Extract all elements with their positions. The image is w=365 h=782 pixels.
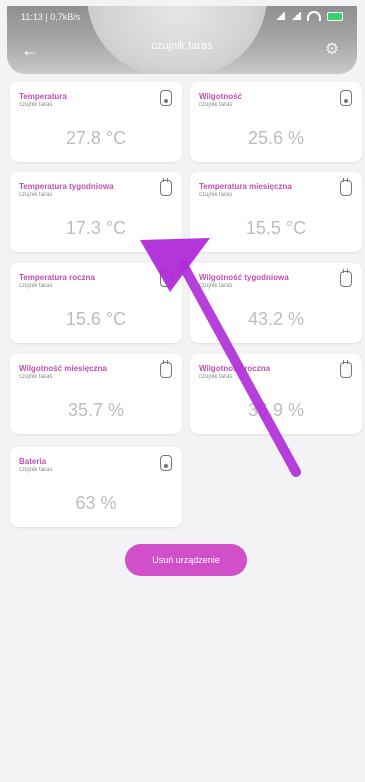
tile-value: 17.3 °C: [65, 218, 127, 238]
tile-title: Wilgotność tygodniowa: [199, 273, 289, 282]
tile-title: Temperatura: [19, 92, 67, 101]
tile-device: czujnik taras: [199, 192, 233, 198]
tile-device: czujnik taras: [19, 102, 53, 108]
tile-device: czujnik taras: [19, 283, 53, 289]
tile-value: 43.2 %: [247, 309, 305, 329]
tile-value: 15.5 °C: [245, 218, 307, 238]
device-header: 11:13 | 0,7kB/s ← czujnik taras ⚙: [7, 6, 357, 74]
plug-icon: [340, 178, 352, 196]
wifi-icon: [307, 11, 321, 21]
tile-device: czujnik taras: [19, 467, 53, 473]
battery-icon: [327, 11, 343, 21]
thermometer-icon: [160, 90, 172, 106]
tile-temperatura-miesieczna[interactable]: Temperatura miesięczna czujnik taras 15.…: [190, 172, 362, 252]
gear-icon[interactable]: ⚙: [321, 39, 343, 61]
app-screen: 11:13 | 0,7kB/s ← czujnik taras ⚙ Temper…: [0, 0, 365, 782]
tile-value: 25.6 %: [247, 128, 305, 148]
tile-value: 63 %: [75, 493, 117, 513]
tile-device: czujnik taras: [19, 192, 53, 198]
status-bar: 11:13 | 0,7kB/s: [7, 6, 357, 30]
delete-device-button[interactable]: Usuń urządzenie: [125, 544, 247, 576]
tile-value: 35.7 %: [67, 400, 125, 420]
status-time: 11:13 | 0,7kB/s: [21, 12, 81, 22]
tile-device: czujnik taras: [199, 374, 233, 380]
plug-icon: [340, 360, 352, 378]
signal-icon: [275, 12, 285, 20]
tile-title: Temperatura tygodniowa: [19, 182, 114, 191]
plug-icon: [160, 178, 172, 196]
page-title: czujnik taras: [151, 40, 213, 52]
tile-device: czujnik taras: [19, 374, 53, 380]
tile-temperatura[interactable]: Temperatura czujnik taras 27.8 °C: [10, 82, 182, 162]
tile-wilgotnosc-roczna[interactable]: Wilgotność roczna czujnik taras 36.9 %: [190, 354, 362, 434]
top-bar: ← czujnik taras ⚙: [7, 30, 357, 70]
tile-value: 36.9 %: [247, 400, 305, 420]
tile-temperatura-roczna[interactable]: Temperatura roczna czujnik taras 15.6 °C: [10, 263, 182, 343]
tile-value: 27.8 °C: [65, 128, 127, 148]
tile-title: Temperatura roczna: [19, 273, 95, 282]
plug-icon: [160, 360, 172, 378]
tile-wilgotnosc[interactable]: Wilgotność czujnik taras 25.6 %: [190, 82, 362, 162]
tile-wilgotnosc-miesieczna[interactable]: Wilgotność miesięczna czujnik taras 35.7…: [10, 354, 182, 434]
tile-title: Wilgotność: [199, 92, 243, 101]
plug-icon: [340, 269, 352, 287]
tile-title: Temperatura miesięczna: [199, 182, 292, 191]
tile-wilgotnosc-tygodniowa[interactable]: Wilgotność tygodniowa czujnik taras 43.2…: [190, 263, 362, 343]
thermometer-icon: [340, 90, 352, 106]
tile-title: Wilgotność roczna: [199, 364, 271, 373]
thermometer-icon: [160, 455, 172, 471]
tile-title: Wilgotność miesięczna: [19, 364, 107, 373]
status-icons: [275, 11, 343, 21]
signal-icon-2: [291, 12, 301, 20]
tile-temperatura-tygodniowa[interactable]: Temperatura tygodniowa czujnik taras 17.…: [10, 172, 182, 252]
tile-device: czujnik taras: [199, 283, 233, 289]
tile-device: czujnik taras: [199, 102, 233, 108]
tile-title: Bateria: [19, 457, 47, 466]
tile-value: 15.6 °C: [65, 309, 127, 329]
tile-bateria[interactable]: Bateria czujnik taras 63 %: [10, 447, 182, 527]
plug-icon: [160, 269, 172, 287]
